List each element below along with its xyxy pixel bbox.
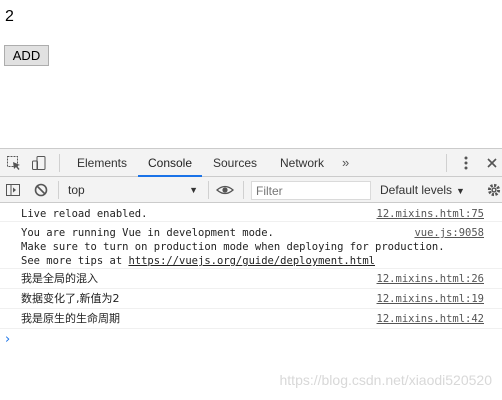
kebab-menu-icon[interactable] [458,155,474,171]
eye-icon[interactable] [216,182,234,198]
device-toolbar-icon[interactable] [31,155,47,171]
dropdown-arrow-icon: ▼ [456,186,465,196]
tab-elements[interactable]: Elements [71,149,133,177]
context-selector[interactable]: top ▼ [64,181,204,199]
console-message: Live reload enabled. 12.mixins.html:75 [0,204,502,222]
clear-console-icon[interactable] [33,182,49,198]
deployment-link[interactable]: https://vuejs.org/guide/deployment.html [128,255,375,267]
source-link[interactable]: 12.mixins.html:75 [377,207,484,221]
message-text: 我是原生的生命周期 [21,312,120,325]
message-text: Live reload enabled. [21,208,148,220]
console-message: 数据变化了,新值为2 12.mixins.html:19 [0,289,502,309]
close-icon[interactable] [484,155,500,171]
log-levels-label: Default levels [380,183,453,197]
console-message: 我是全局的混入 12.mixins.html:26 [0,269,502,289]
add-button[interactable]: ADD [4,45,49,66]
message-text: 我是全局的混入 [21,272,98,285]
toolbar-divider [446,154,447,172]
watermark: https://blog.csdn.net/xiaodi520520 [279,372,493,388]
message-text: Make sure to turn on production mode whe… [21,241,445,253]
show-sidebar-icon[interactable] [5,182,21,198]
log-levels-dropdown[interactable]: Default levels ▼ [380,181,465,200]
tab-console[interactable]: Console [138,149,202,177]
source-link[interactable]: vue.js:9058 [414,226,484,240]
console-toolbar: top ▼ Default levels▼ [0,177,502,203]
source-link[interactable]: 12.mixins.html:26 [377,272,484,286]
devtools-tabbar: Elements Console Sources Network » [0,149,502,177]
message-text: 数据变化了,新值为2 [21,292,120,305]
source-link[interactable]: 12.mixins.html:19 [377,292,484,306]
page-viewport: 2 ADD [0,0,502,148]
more-tabs-chevron-icon[interactable]: » [342,155,349,171]
filter-input[interactable] [251,181,371,200]
source-link[interactable]: 12.mixins.html:42 [377,312,484,326]
console-messages: Live reload enabled. 12.mixins.html:75 Y… [0,204,502,329]
tab-sources[interactable]: Sources [207,149,263,177]
toolbar-divider [208,181,209,199]
console-message: 我是原生的生命周期 12.mixins.html:42 [0,309,502,329]
console-prompt[interactable]: › [5,333,10,347]
context-selector-value: top [68,183,85,197]
dropdown-arrow-icon: ▼ [189,185,198,195]
toolbar-divider [59,154,60,172]
inspect-element-icon[interactable] [6,155,22,171]
tab-network[interactable]: Network [272,149,332,177]
toolbar-divider [243,181,244,199]
toolbar-divider [58,181,59,199]
devtools-panel: Elements Console Sources Network » top ▼ [0,148,502,400]
message-text: See more tips at [21,255,129,267]
counter-value: 2 [5,8,14,25]
gear-icon[interactable] [486,182,502,198]
console-message: You are running Vue in development mode.… [0,222,502,269]
